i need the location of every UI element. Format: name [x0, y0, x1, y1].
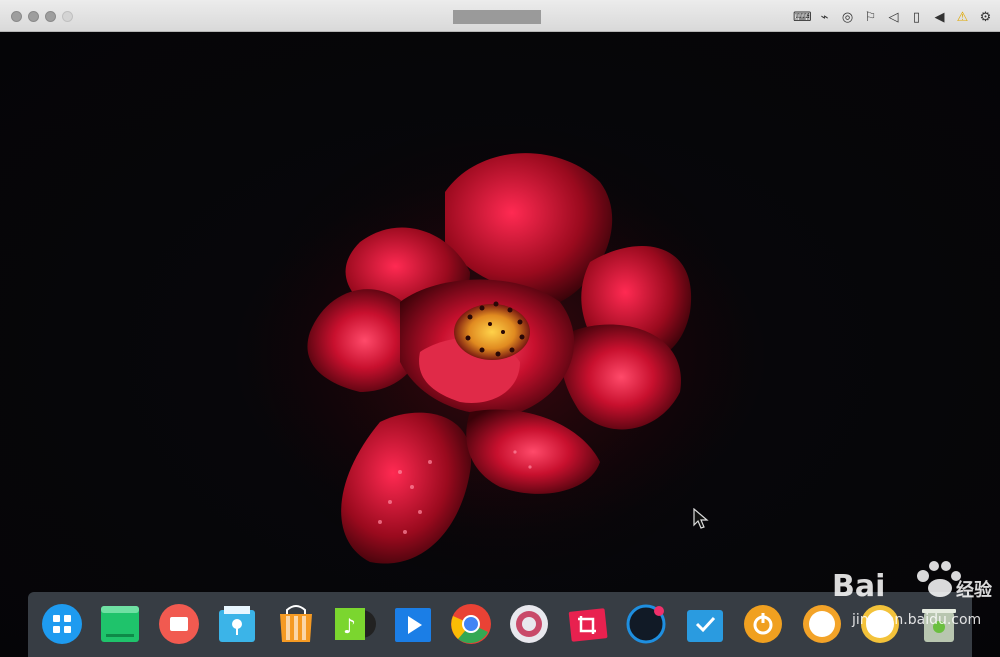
movie-player-icon[interactable]	[391, 602, 435, 646]
deepin-backup-icon[interactable]	[683, 602, 727, 646]
status-tray: ⌨ ⌁ ◎ ⚐ ◁ ▯ ◀ ⚠ ⚙	[793, 8, 994, 26]
watermark-brand-cn: 经验	[956, 579, 992, 601]
mouse-cursor	[693, 508, 709, 529]
music-icon[interactable]: ♪	[332, 602, 376, 646]
chrome-icon[interactable]	[449, 602, 493, 646]
zoom-button[interactable]	[45, 11, 56, 22]
baidu-watermark: Bai 经验 jingyan.baidu.com	[832, 561, 992, 628]
close-button[interactable]	[11, 11, 22, 22]
svg-text:♪: ♪	[343, 614, 356, 638]
warning-icon[interactable]: ⚠	[954, 9, 971, 26]
back-icon[interactable]: ◀	[931, 9, 948, 26]
power-icon[interactable]	[741, 602, 785, 646]
settings-icon[interactable]	[507, 602, 551, 646]
app-store-icon[interactable]	[274, 602, 318, 646]
watermark-brand: Bai	[832, 569, 885, 604]
window-title	[453, 10, 541, 24]
usb-icon[interactable]: ⌁	[816, 9, 833, 26]
device-icon[interactable]: ▯	[908, 9, 925, 26]
watermark-url: jingyan.baidu.com	[851, 612, 981, 628]
monitor-icon[interactable]	[624, 602, 668, 646]
deepin-terminal-icon[interactable]	[98, 602, 142, 646]
volume-icon[interactable]: ◁	[885, 9, 902, 26]
file-manager-icon[interactable]	[215, 602, 259, 646]
disc-icon[interactable]: ◎	[839, 9, 856, 26]
extra-window-button[interactable]	[62, 11, 73, 22]
network-icon[interactable]: ⚐	[862, 9, 879, 26]
launcher-icon[interactable]	[40, 602, 84, 646]
window-titlebar: ⌨ ⌁ ◎ ⚐ ◁ ▯ ◀ ⚠ ⚙	[0, 0, 1000, 32]
screenshot-icon[interactable]	[566, 602, 610, 646]
dock: ♪	[28, 592, 972, 657]
video-icon[interactable]	[157, 602, 201, 646]
keyboard-icon[interactable]: ⌨	[793, 9, 812, 26]
minimize-button[interactable]	[28, 11, 39, 22]
gear-icon[interactable]: ⚙	[977, 9, 994, 26]
